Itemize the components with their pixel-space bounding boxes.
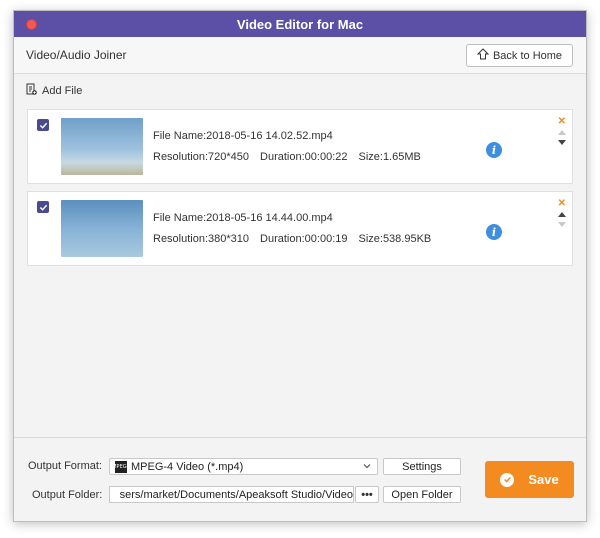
back-to-home-label: Back to Home — [492, 49, 563, 62]
output-folder-label: Output Folder: — [32, 489, 103, 501]
add-file-icon — [26, 83, 37, 98]
file-name: File Name:2018-05-16 14.02.52.mp4 — [153, 130, 333, 142]
move-down-icon[interactable] — [558, 140, 566, 145]
file-size: Size:538.95KB — [358, 233, 432, 245]
home-icon — [476, 48, 490, 63]
remove-icon[interactable]: ✕ — [558, 117, 566, 127]
back-to-home-button[interactable]: Back to Home — [466, 44, 573, 67]
file-resolution: Resolution:380*310 — [153, 233, 250, 245]
window-title: Video Editor for Mac — [236, 16, 364, 32]
file-duration: Duration:00:00:22 — [260, 151, 348, 163]
file-meta: Resolution:720*450 Duration:00:00:22 Siz… — [153, 151, 421, 163]
chevron-down-icon — [363, 464, 371, 469]
window-close-button[interactable] — [26, 19, 37, 30]
move-up-icon[interactable] — [558, 130, 566, 135]
info-icon[interactable]: i — [486, 142, 502, 158]
output-folder-field[interactable]: sers/market/Documents/Apeaksoft Studio/V… — [109, 486, 354, 503]
output-format-label: Output Format: — [28, 460, 102, 472]
file-list-item: File Name:2018-05-16 14.44.00.mp4 Resolu… — [27, 191, 573, 266]
browse-folder-button[interactable]: ••• — [355, 486, 379, 503]
move-up-icon[interactable] — [558, 212, 566, 217]
video-thumbnail[interactable] — [61, 118, 143, 175]
add-file-label: Add File — [42, 84, 83, 97]
page-title: Video/Audio Joiner — [26, 48, 127, 62]
open-folder-button[interactable]: Open Folder — [383, 486, 461, 503]
remove-icon[interactable]: ✕ — [558, 199, 566, 209]
file-checkbox[interactable] — [37, 201, 49, 213]
app-window: Video Editor for Mac Video/Audio Joiner … — [13, 10, 587, 522]
file-list-item: File Name:2018-05-16 14.02.52.mp4 Resolu… — [27, 109, 573, 184]
video-format-icon: MPEG4 — [112, 460, 130, 473]
file-name: File Name:2018-05-16 14.44.00.mp4 — [153, 212, 333, 224]
output-panel: Output Format: MPEG4 MPEG-4 Video (*.mp4… — [14, 437, 586, 521]
move-down-icon[interactable] — [558, 222, 566, 227]
add-file-button[interactable]: Add File — [26, 83, 82, 98]
info-icon[interactable]: i — [486, 224, 502, 240]
page-header: Video/Audio Joiner Back to Home — [14, 37, 586, 74]
video-thumbnail[interactable] — [61, 200, 143, 257]
output-format-select[interactable]: MPEG4 MPEG-4 Video (*.mp4) — [109, 458, 378, 475]
title-bar: Video Editor for Mac — [14, 11, 586, 37]
output-format-value: MPEG-4 Video (*.mp4) — [131, 460, 244, 473]
check-circle-icon — [500, 472, 515, 487]
file-resolution: Resolution:720*450 — [153, 151, 250, 163]
checkmark-icon — [39, 122, 47, 129]
save-button[interactable]: Save — [485, 461, 574, 498]
checkmark-icon — [39, 204, 47, 211]
file-duration: Duration:00:00:19 — [260, 233, 348, 245]
save-label: Save — [528, 472, 559, 487]
settings-button[interactable]: Settings — [383, 458, 461, 475]
file-checkbox[interactable] — [37, 119, 49, 131]
file-size: Size:1.65MB — [358, 151, 421, 163]
file-meta: Resolution:380*310 Duration:00:00:19 Siz… — [153, 233, 431, 245]
